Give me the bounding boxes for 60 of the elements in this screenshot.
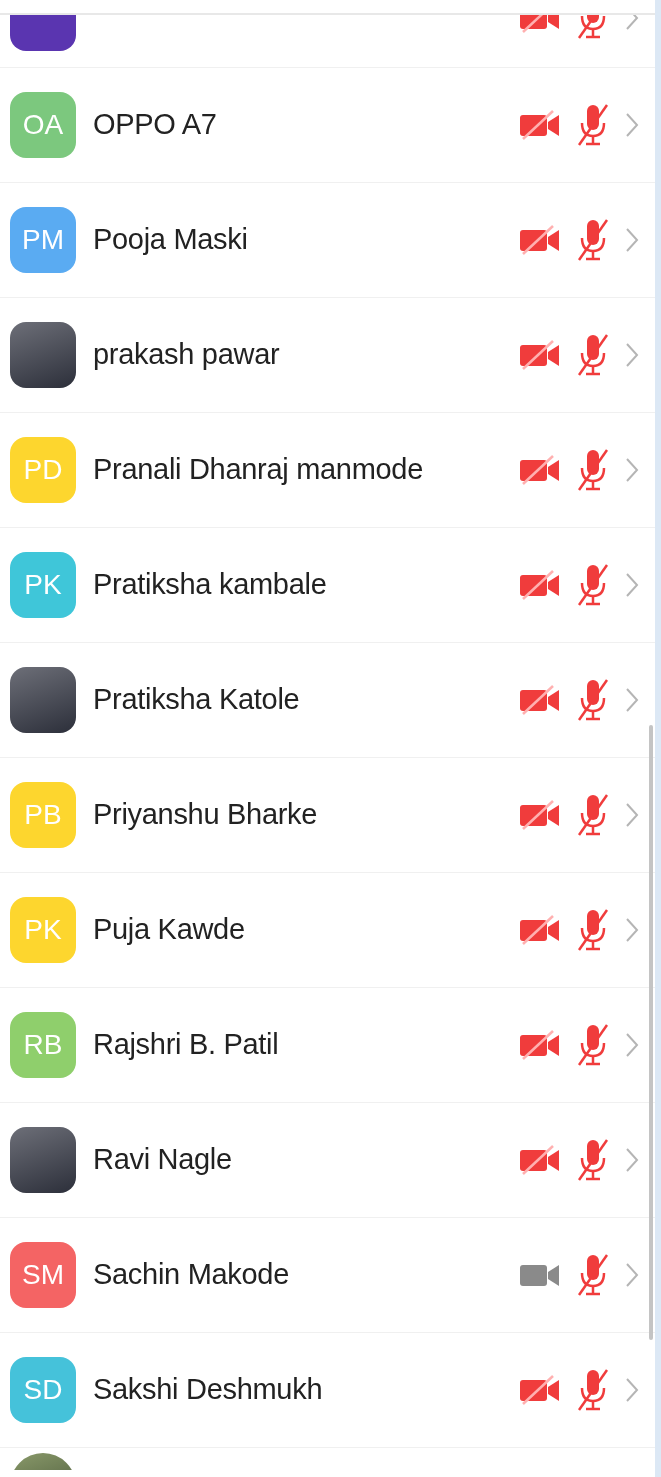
avatar: PM [10,207,76,273]
chevron-right-icon[interactable] [625,802,639,828]
participant-name: Pratiksha kambale [93,567,328,603]
chevron-right-icon[interactable] [625,342,639,368]
microphone-off-icon[interactable] [575,563,611,607]
participant-name: Puja Kawde [93,912,246,948]
chevron-right-icon[interactable] [625,1147,639,1173]
microphone-off-icon[interactable] [575,448,611,492]
avatar: PD [10,437,76,503]
microphone-off-icon[interactable] [575,793,611,837]
microphone-off-icon[interactable] [575,1253,611,1297]
participant-name: prakash pawar [93,337,281,373]
chevron-right-icon[interactable] [625,1262,639,1288]
participant-name: Sachin Makode [93,1257,290,1293]
camera-off-icon[interactable] [519,915,561,945]
photo-placeholder [10,322,76,388]
camera-off-icon[interactable] [519,800,561,830]
participant-name: Rajshri B. Patil [93,1027,280,1063]
microphone-off-icon[interactable] [575,908,611,952]
chevron-right-icon[interactable] [625,457,639,483]
participant-name: Pooja Maski [93,222,249,258]
photo-placeholder [10,1127,76,1193]
microphone-off-icon[interactable] [575,1368,611,1412]
participant-name: Pratiksha Katole [93,682,301,718]
microphone-off-icon[interactable] [575,1023,611,1067]
participant-name: OPPO A7 [93,107,218,143]
chevron-right-icon[interactable] [625,917,639,943]
microphone-off-icon[interactable] [575,103,611,147]
camera-off-icon[interactable] [519,455,561,485]
microphone-off-icon[interactable] [575,333,611,377]
scrollbar[interactable] [649,725,653,1340]
camera-off-icon[interactable] [519,1145,561,1175]
chevron-right-icon[interactable] [625,1032,639,1058]
camera-off-icon[interactable] [519,225,561,255]
avatar: PB [10,782,76,848]
avatar: SM [10,1242,76,1308]
camera-off-icon[interactable] [519,1030,561,1060]
chevron-right-icon[interactable] [625,112,639,138]
camera-off-icon[interactable] [519,570,561,600]
chevron-right-icon[interactable] [625,227,639,253]
participant-name: Pranali Dhanraj manmode [93,452,424,488]
participant-name: Priyanshu Bharke [93,797,319,833]
avatar: OA [10,92,76,158]
avatar: RB [10,1012,76,1078]
camera-off-icon[interactable] [519,1375,561,1405]
avatar: PK [10,897,76,963]
participant-name: Ravi Nagle [93,1142,233,1178]
microphone-off-icon[interactable] [575,1138,611,1182]
avatar: SD [10,1357,76,1423]
camera-off-icon[interactable] [519,340,561,370]
camera-off-icon[interactable] [519,685,561,715]
avatar: PK [10,552,76,618]
photo-placeholder [10,667,76,733]
microphone-off-icon[interactable] [575,678,611,722]
chevron-right-icon[interactable] [625,1377,639,1403]
chevron-right-icon[interactable] [625,687,639,713]
participant-name: Sakshi Deshmukh [93,1372,324,1408]
camera-off-icon[interactable] [519,110,561,140]
microphone-off-icon[interactable] [575,218,611,262]
chevron-right-icon[interactable] [625,572,639,598]
